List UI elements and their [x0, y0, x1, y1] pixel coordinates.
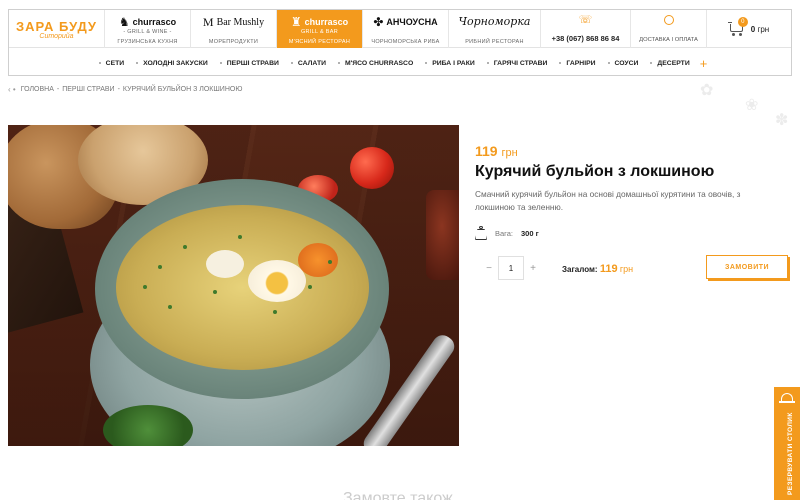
nav-item-meat[interactable]: М'ЯСО CHURRASCO [332, 60, 419, 67]
decorative-doodle-icon: ✽ [775, 112, 789, 129]
category-nav: СЕТИ ХОЛОДНІ ЗАКУСКИ ПЕРШІ СТРАВИ САЛАТИ… [9, 51, 791, 75]
phone-number: +38 (067) 868 86 84 [551, 34, 620, 43]
cart-total: 0 грн [751, 25, 769, 34]
also-order-text: Замовте також [343, 490, 453, 500]
breadcrumb: ‹ • ГОЛОВНА - ПЕРШІ СТРАВИ - КУРЯЧИЙ БУЛ… [8, 85, 242, 94]
cart-icon: 0 [727, 17, 748, 36]
nav-item-first-courses[interactable]: ПЕРШІ СТРАВИ [214, 60, 285, 67]
nav-item-desserts[interactable]: ДЕСЕРТИ [644, 60, 695, 67]
restaurant-caption: ГРУЗИНСЬКА КУХНЯ [117, 39, 178, 45]
product-photo [8, 125, 459, 446]
breadcrumb-separator: - [117, 86, 120, 93]
qty-decrease-button[interactable]: − [480, 256, 498, 280]
restaurant-caption: РИБНИЙ РЕСТОРАН [465, 39, 524, 45]
restaurant-logo: ✤ АНЧОУСНА [373, 15, 437, 29]
bull-icon: ♞ [118, 15, 130, 29]
total-amount: 119 [599, 263, 618, 275]
restaurant-logo: ♞ churrasco [119, 15, 176, 29]
nav-item-sauces[interactable]: СОУСИ [602, 60, 645, 67]
brand-logo[interactable]: ЗАРА БУДУ Ситорийа [9, 10, 105, 48]
delivery-link[interactable]: ДОСТАВКА І ОПЛАТА [631, 10, 707, 48]
total-currency: грн [619, 264, 634, 274]
back-arrow-icon[interactable]: ‹ • [8, 85, 16, 94]
price-currency: грн [501, 147, 518, 159]
restaurant-logo-text: АНЧОУСНА [386, 17, 438, 27]
m-monogram-icon: M [202, 15, 214, 29]
restaurant-caption: МОРЕПРОДУКТИ [208, 39, 259, 45]
restaurant-logo: M Bar Mushly [203, 15, 264, 30]
bull-icon: ♜ [290, 15, 302, 29]
nav-item-fish[interactable]: РИБА І РАКИ [419, 60, 481, 67]
price-amount: 119 [475, 143, 498, 159]
decorative-doodle-icon: ✿ [700, 82, 714, 99]
restaurant-logo-text: churrasco [132, 17, 177, 27]
order-button[interactable]: ЗАМОВИТИ [706, 255, 788, 279]
restaurant-logo-text: churrasco [304, 17, 349, 27]
restaurant-caption: ЧОРНОМОРСЬКА РИБА [371, 39, 440, 45]
weight-label: Вага: [495, 228, 513, 238]
restaurant-logo-sub: - Grill & Wine - [123, 29, 172, 35]
total-label: Загалом: [562, 265, 598, 274]
brand-tagline: Ситорийа [39, 32, 74, 40]
phone-icon: ☏ [578, 14, 593, 26]
cart-button[interactable]: 0 0 грн [707, 10, 791, 48]
restaurant-caption: М'ЯСНИЙ РЕСТОРАН [288, 39, 351, 45]
also-order-heading: Замовте також [343, 490, 453, 500]
cart-count-badge: 0 [737, 17, 748, 27]
restaurant-logo: Чорноморка [458, 15, 531, 28]
qty-input[interactable]: 1 [498, 256, 524, 280]
restaurant-logo: ♜ churrasco [291, 15, 348, 29]
cloche-icon [781, 393, 793, 401]
breadcrumb-current: КУРЯЧИЙ БУЛЬЙОН З ЛОКШИНОЮ [122, 86, 243, 93]
qty-increase-button[interactable]: + [524, 256, 542, 280]
phone-block[interactable]: ☏ +38 (067) 868 86 84 [541, 10, 631, 48]
clock-icon [663, 15, 674, 25]
cart-currency: грн [757, 24, 770, 34]
nav-item-cold-appetizers[interactable]: ХОЛОДНІ ЗАКУСКИ [130, 60, 214, 67]
weight-value: 300 г [521, 228, 539, 238]
product-price: 119 грн [475, 143, 518, 159]
quantity-stepper: − 1 + [480, 256, 542, 280]
restaurant-link-blacksea[interactable]: ✤ АНЧОУСНА ЧОРНОМОРСЬКА РИБА [363, 10, 449, 48]
product-description: Смачний курячий бульйон на основі домашн… [475, 189, 741, 212]
reserve-table-label: РЕЗЕРВУВАТИ СТОЛИК [787, 412, 794, 495]
product-weight: Вага: 300 г [475, 226, 539, 240]
weight-icon [475, 226, 487, 240]
restaurant-logo-text: Bar Mushly [216, 17, 265, 28]
restaurant-link-seafood[interactable]: M Bar Mushly МОРЕПРОДУКТИ [191, 10, 277, 48]
restaurant-logo-sub: Grill & Bar [300, 29, 339, 35]
product-title: Курячий бульйон з локшиною [475, 163, 715, 180]
nav-item-garnishes[interactable]: ГАРНІРИ [553, 60, 601, 67]
nav-item-hot-dishes[interactable]: ГАРЯЧІ СТРАВИ [481, 60, 554, 67]
nav-more-button[interactable]: + [700, 56, 708, 71]
fish-icon: ✤ [373, 15, 384, 29]
site-header: ЗАРА БУДУ Ситорийа ♞ churrasco - Grill &… [8, 9, 792, 76]
restaurant-link-meat[interactable]: ♜ churrasco Grill & Bar М'ЯСНИЙ РЕСТОРАН [277, 10, 363, 48]
restaurant-link-fish[interactable]: Чорноморка РИБНИЙ РЕСТОРАН [449, 10, 541, 48]
nav-item-sets[interactable]: СЕТИ [93, 60, 130, 67]
order-total: Загалом: 119 грн [562, 263, 633, 275]
breadcrumb-separator: - [56, 86, 60, 93]
restaurant-link-georgian[interactable]: ♞ churrasco - Grill & Wine - ГРУЗИНСЬКА … [105, 10, 191, 48]
breadcrumb-home[interactable]: ГОЛОВНА [21, 86, 54, 93]
breadcrumb-category[interactable]: ПЕРШІ СТРАВИ [62, 86, 114, 93]
reserve-table-tab[interactable]: РЕЗЕРВУВАТИ СТОЛИК [774, 387, 800, 500]
nav-item-salads[interactable]: САЛАТИ [285, 60, 332, 67]
brand-name: ЗАРА БУДУ [15, 18, 97, 34]
cart-total-amount: 0 [750, 24, 756, 34]
decorative-doodle-icon: ❀ [745, 97, 759, 114]
header-top-row: ЗАРА БУДУ Ситорийа ♞ churrasco - Grill &… [9, 10, 791, 48]
delivery-label: ДОСТАВКА І ОПЛАТА [639, 37, 698, 43]
